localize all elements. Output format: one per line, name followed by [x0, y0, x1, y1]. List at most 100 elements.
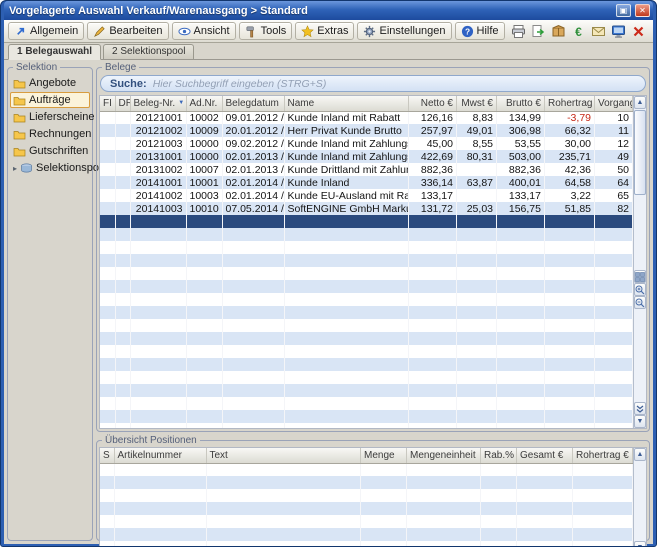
empty-row	[100, 410, 633, 423]
col-name[interactable]: Name	[284, 96, 409, 111]
table-row[interactable]: 201410021000302.01.2014 /DoKunde EU-Ausl…	[100, 189, 633, 202]
cell-vorgang: 10	[595, 111, 633, 124]
exit-icon[interactable]	[630, 23, 646, 39]
allgemein-button[interactable]: Allgemein	[8, 22, 84, 40]
scrollbar-thumb[interactable]	[634, 110, 646, 195]
grid-icon	[635, 272, 645, 282]
grid-view-button[interactable]	[634, 270, 646, 283]
cell-beleg_nr: 20121003	[130, 137, 186, 150]
monitor-icon[interactable]	[610, 23, 626, 39]
col-belegdatum[interactable]: Belegdatum	[222, 96, 284, 111]
tab-belegauswahl[interactable]: 1 Belegauswahl	[8, 44, 101, 60]
cell-netto: 882,36	[409, 163, 457, 176]
col-artikelnummer[interactable]: Artikelnummer	[114, 448, 206, 463]
package-icon[interactable]	[550, 23, 566, 39]
print-icon[interactable]	[510, 23, 526, 39]
cell-rohertrag: 64,58	[545, 176, 595, 189]
positionen-panel: Übersicht Positionen S Artikelnummer	[96, 435, 650, 541]
search-bar[interactable]: Suche:	[100, 75, 646, 92]
col-vorgang[interactable]: Vorgang	[595, 96, 633, 111]
empty-row	[100, 280, 633, 293]
gear-icon	[363, 25, 376, 38]
col-fi[interactable]: FI	[100, 96, 115, 111]
export-icon[interactable]	[530, 23, 546, 39]
arrow-up-right-icon	[14, 25, 27, 38]
selected-row[interactable]	[100, 215, 633, 228]
mail-icon[interactable]	[590, 23, 606, 39]
empty-row	[100, 228, 633, 241]
col-gesamt[interactable]: Gesamt €	[517, 448, 573, 463]
belege-header-row: FI DR Beleg-Nr. Ad.Nr. Belegdatum Name N…	[100, 96, 633, 111]
col-netto[interactable]: Netto €	[409, 96, 457, 111]
sidebar-item-rechnungen[interactable]: Rechnungen	[10, 126, 90, 142]
sidebar-item-selektionspools[interactable]: ▸ Selektionspools	[10, 160, 90, 176]
pencil-icon	[93, 25, 106, 38]
main-toolbar: Allgemein Bearbeiten Ansicht Tools Extra…	[4, 20, 653, 43]
zoom-out-button[interactable]	[634, 296, 646, 309]
col-rohertrag[interactable]: Rohertrag €	[545, 96, 595, 111]
hilfe-button[interactable]: ? Hilfe	[455, 22, 505, 40]
selektion-title: Selektion	[13, 62, 60, 73]
zoom-in-icon	[635, 285, 645, 295]
table-row[interactable]: 201410011000102.01.2014 /DoKunde Inland3…	[100, 176, 633, 189]
cell-dr	[115, 163, 130, 176]
table-row[interactable]: 201310021000702.01.2013 /MiKunde Drittla…	[100, 163, 633, 176]
page-down-button[interactable]	[634, 402, 646, 415]
scroll-up-icon: ▲	[637, 99, 644, 106]
euro-icon[interactable]: €	[570, 23, 586, 39]
table-row[interactable]: 201310011000002.01.2013 /MiKunde Inland …	[100, 150, 633, 163]
belege-scrollbar: ▲ ▼	[633, 96, 646, 428]
cell-vorgang: 65	[595, 189, 633, 202]
sidebar-item-gutschriften[interactable]: Gutschriften	[10, 143, 90, 159]
pos-scroll-up-button[interactable]: ▲	[634, 448, 646, 461]
cell-brutto: 133,17	[497, 189, 545, 202]
extras-button[interactable]: Extras	[295, 22, 354, 40]
table-row[interactable]: 201210011000209.01.2012 /MoKunde Inland …	[100, 111, 633, 124]
sidebar-item-angebote[interactable]: Angebote	[10, 75, 90, 91]
sidebar-item-lieferscheine[interactable]: Lieferscheine	[10, 109, 90, 125]
close-button[interactable]: ✕	[635, 4, 650, 17]
cell-mwst: 49,01	[457, 124, 497, 137]
tools-button[interactable]: Tools	[239, 22, 293, 40]
scroll-down-button[interactable]: ▼	[634, 415, 646, 428]
empty-row	[100, 384, 633, 397]
col-mengeneinheit[interactable]: Mengeneinheit	[407, 448, 481, 463]
pos-scroll-down-button[interactable]: ▼	[634, 541, 646, 547]
empty-row	[100, 254, 633, 267]
col-text[interactable]: Text	[206, 448, 361, 463]
empty-row	[100, 528, 633, 541]
bearbeiten-button[interactable]: Bearbeiten	[87, 22, 168, 40]
expand-icon[interactable]: ▸	[13, 164, 17, 173]
search-input[interactable]	[153, 78, 636, 90]
folder-icon	[13, 129, 26, 140]
tab-selektionspool[interactable]: 2 Selektionspool	[103, 44, 194, 59]
folder-icon	[13, 78, 26, 89]
cell-fi	[100, 111, 115, 124]
col-rohertrag-pos[interactable]: Rohertrag €	[573, 448, 633, 463]
positionen-title: Übersicht Positionen	[102, 435, 200, 446]
col-rab[interactable]: Rab.%	[481, 448, 517, 463]
zoom-in-button[interactable]	[634, 283, 646, 296]
cell-netto: 336,14	[409, 176, 457, 189]
scroll-up-button[interactable]: ▲	[634, 96, 646, 109]
table-row[interactable]: 201210021000920.01.2012 /FrHerr Privat K…	[100, 124, 633, 137]
belege-table: FI DR Beleg-Nr. Ad.Nr. Belegdatum Name N…	[100, 96, 633, 429]
sidebar-item-auftraege[interactable]: Aufträge	[10, 92, 90, 108]
ansicht-button[interactable]: Ansicht	[172, 22, 236, 40]
scroll-down-icon: ▼	[637, 418, 644, 425]
col-mwst[interactable]: Mwst €	[457, 96, 497, 111]
col-s[interactable]: S	[100, 448, 114, 463]
col-brutto[interactable]: Brutto €	[497, 96, 545, 111]
col-beleg-nr[interactable]: Beleg-Nr.	[130, 96, 186, 111]
close-icon: ✕	[639, 7, 646, 15]
table-row[interactable]: 201410031001007.05.2014 /MiSoftENGINE Gm…	[100, 202, 633, 215]
col-menge[interactable]: Menge	[361, 448, 407, 463]
col-dr[interactable]: DR	[115, 96, 130, 111]
einstellungen-button[interactable]: Einstellungen	[357, 22, 451, 40]
cell-ad_nr: 10003	[186, 189, 222, 202]
table-row[interactable]: 201210031000009.02.2012 /DoKunde Inland …	[100, 137, 633, 150]
col-ad-nr[interactable]: Ad.Nr.	[186, 96, 222, 111]
cell-name: Kunde Inland	[284, 176, 409, 189]
restore-button[interactable]: ▣	[616, 4, 631, 17]
cell-beleg_nr: 20141002	[130, 189, 186, 202]
